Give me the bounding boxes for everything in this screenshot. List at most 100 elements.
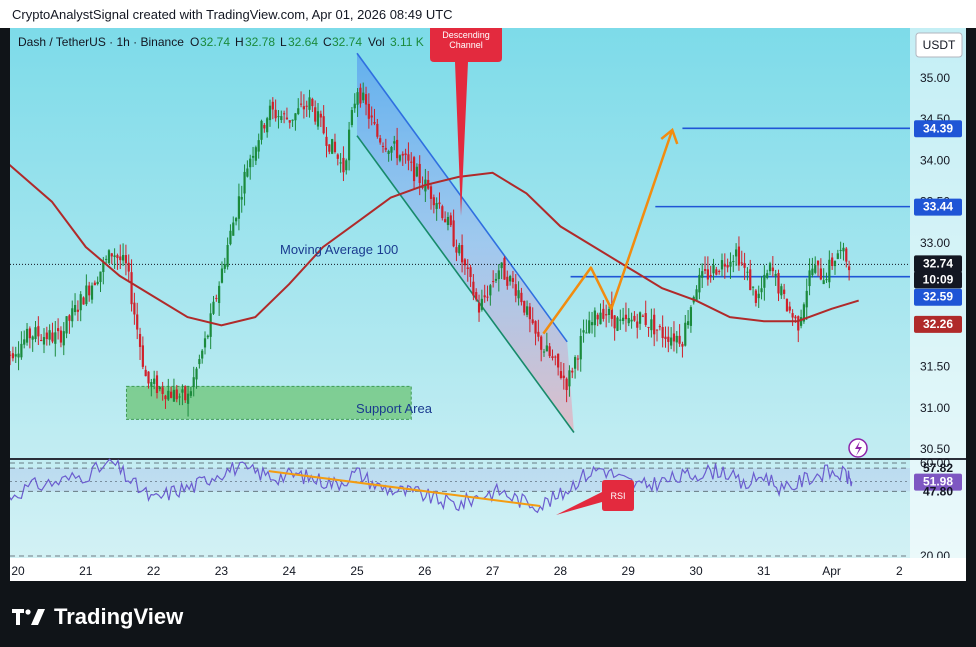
candle-body <box>836 253 839 259</box>
candle-body <box>59 330 63 343</box>
candle-body <box>808 270 811 287</box>
chart-svg[interactable]: 35.0034.5034.0033.5033.0032.5032.0031.50… <box>3 28 966 581</box>
candle-body <box>751 286 755 288</box>
candle-body <box>186 393 190 404</box>
candle-body <box>670 337 673 346</box>
candle-body <box>619 319 622 321</box>
candle-body <box>624 314 628 320</box>
candle-body <box>201 350 204 359</box>
chart-area[interactable]: 35.0034.5034.0033.5033.0032.5032.0031.50… <box>3 28 966 581</box>
low-value: 32.64 <box>288 35 318 49</box>
candle-body <box>314 107 317 122</box>
candle-body <box>85 285 88 305</box>
candle-body <box>119 256 122 261</box>
candle-body <box>723 263 726 267</box>
candle-body <box>99 271 102 283</box>
badge-ma-value-text: 32.26 <box>923 317 953 331</box>
candle-body <box>845 248 848 262</box>
candle-body <box>517 290 520 299</box>
candle-body <box>356 92 359 105</box>
candle-body <box>280 116 283 121</box>
low-label: L <box>280 35 287 49</box>
candle-body <box>712 265 715 274</box>
alert-icon[interactable] <box>848 438 868 458</box>
candle-body <box>195 368 198 380</box>
candle-body <box>667 336 670 342</box>
candle-body <box>387 151 390 154</box>
tradingview-wordmark: TradingView <box>54 604 184 629</box>
candle-body <box>506 276 509 286</box>
candle-body <box>302 106 305 110</box>
badge-target-mid: 33.44 <box>914 198 962 216</box>
candle-body <box>565 378 568 391</box>
candle-body <box>557 353 560 368</box>
candle-body <box>540 336 543 350</box>
candle-body <box>418 163 421 184</box>
candle-body <box>754 290 757 303</box>
candle-body <box>353 103 356 109</box>
candle-body <box>299 103 303 105</box>
candle-body <box>638 312 642 324</box>
candle-body <box>158 387 161 390</box>
candle-body <box>520 292 523 303</box>
candle-body <box>54 332 57 344</box>
candle-body <box>737 246 741 266</box>
candle-body <box>636 321 639 328</box>
candle-body <box>325 136 328 146</box>
badge-countdown: 10:09 <box>914 271 962 289</box>
candle-body <box>407 154 410 161</box>
vol-value: 3.11 K <box>390 35 424 49</box>
candle-body <box>833 261 837 267</box>
candle-body <box>291 119 294 121</box>
candle-body <box>559 371 563 378</box>
candle-body <box>435 203 438 209</box>
candle-body <box>240 196 243 200</box>
candle-body <box>381 146 385 148</box>
candle-body <box>25 328 29 343</box>
candle-body <box>486 296 489 298</box>
candle-body <box>150 382 153 387</box>
close-value: 32.74 <box>332 35 362 49</box>
candle-body <box>379 138 382 143</box>
candle-body <box>622 317 625 322</box>
candle-body <box>105 258 108 260</box>
candle-body <box>588 320 591 333</box>
candle-body <box>647 326 650 328</box>
candle-body <box>285 117 289 120</box>
candle-body <box>71 308 74 322</box>
badge-support-level-text: 32.59 <box>923 290 953 304</box>
candle-body <box>545 345 548 352</box>
candle-body <box>226 245 229 267</box>
candle-body <box>472 281 475 296</box>
candle-body <box>153 378 156 384</box>
candle-body <box>20 343 23 358</box>
candle-body <box>263 124 266 129</box>
candle-body <box>350 110 354 126</box>
candle-body <box>82 297 85 305</box>
candle-body <box>438 202 441 205</box>
candle-body <box>842 247 845 252</box>
candle-body <box>686 321 690 326</box>
candle-body <box>73 304 77 312</box>
candle-body <box>79 294 82 311</box>
candle-body <box>718 270 721 273</box>
candle-body <box>740 262 743 264</box>
candle-body <box>777 273 780 294</box>
candle-body <box>791 313 794 318</box>
price-tick-label: 34.00 <box>920 153 950 167</box>
candle-body <box>726 264 729 268</box>
time-tick-label: 30 <box>689 564 703 578</box>
candle-body <box>703 269 707 271</box>
candle-body <box>432 197 435 206</box>
candle-body <box>257 140 260 152</box>
currency-button[interactable]: USDT <box>915 32 963 58</box>
tradingview-logo[interactable]: TradingView <box>12 604 183 630</box>
candle-body <box>339 162 342 164</box>
candle-body <box>816 260 820 266</box>
candle-body <box>483 295 486 298</box>
candle-body <box>593 310 596 326</box>
candle-body <box>799 317 803 326</box>
candle-body <box>819 268 822 280</box>
badge-support-level: 32.59 <box>914 288 962 306</box>
candle-body <box>735 249 738 257</box>
